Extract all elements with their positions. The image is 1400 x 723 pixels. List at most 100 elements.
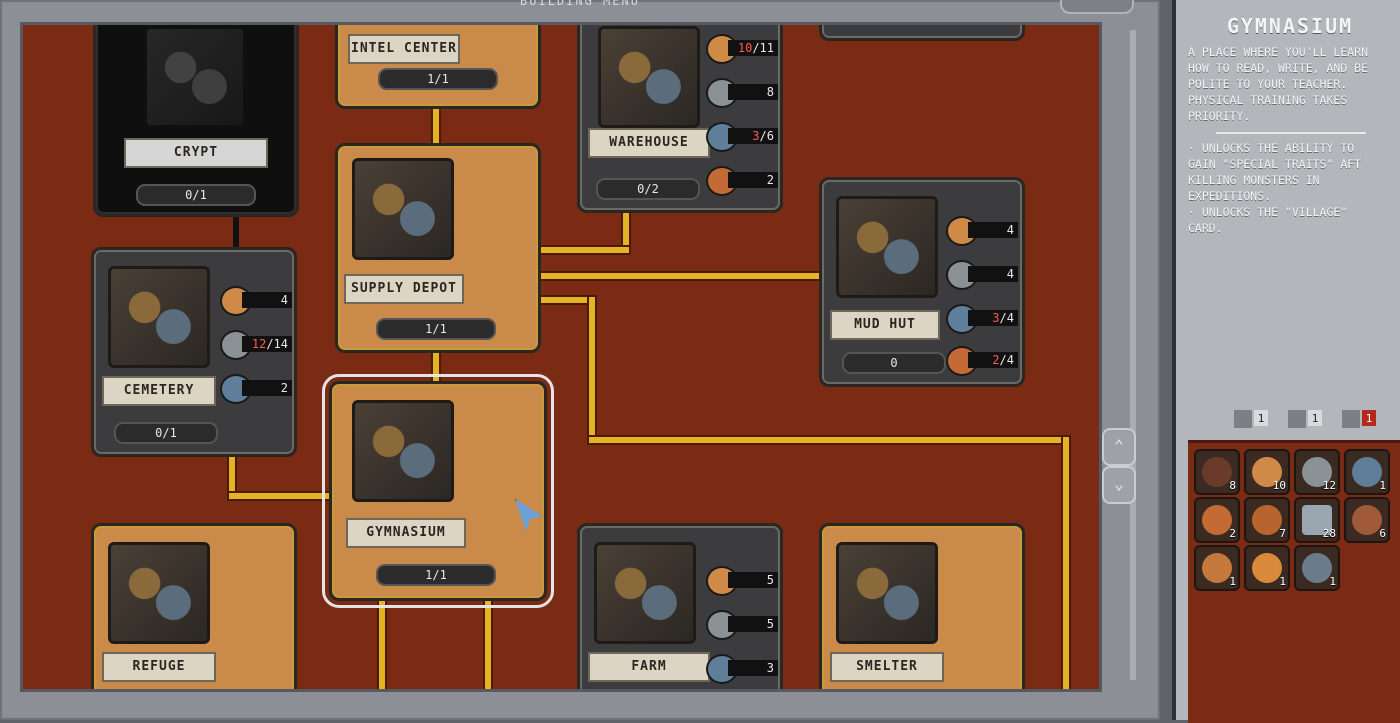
building-card-warehouse[interactable]: WAREHOUSE 0/2 10/11 8 3/6 2 (577, 25, 783, 213)
building-name: SMELTER (830, 652, 944, 682)
info-description: A PLACE WHERE YOU'LL LEARN HOW TO READ, … (1188, 45, 1369, 123)
resource-have: 3 (992, 311, 1000, 325)
info-bullets: · UNLOCKS THE ABILITY TO GAIN "SPECIAL T… (1188, 141, 1362, 235)
supply-depot-image (352, 158, 454, 260)
scroll-down-button[interactable]: ⌄ (1102, 466, 1136, 504)
building-card-cemetery[interactable]: CEMETERY 0/1 4 12/14 2 (91, 247, 297, 457)
inventory-slot[interactable]: 7 (1244, 497, 1290, 543)
building-name: CRYPT (124, 138, 268, 168)
building-name: REFUGE (102, 652, 216, 682)
ring-icon (1352, 505, 1382, 535)
resource-amount: 4 (968, 266, 1018, 282)
resource-amount: 8 (728, 84, 778, 100)
resource-need: 4 (1006, 353, 1014, 367)
inventory-slot[interactable]: 1 (1244, 545, 1290, 591)
resource-amount: 4 (968, 222, 1018, 238)
crypt-image (144, 26, 246, 128)
card-grid-icon (1342, 410, 1360, 428)
path-supply-mudhut (539, 273, 823, 279)
inventory-count: 1 (1229, 575, 1236, 588)
resource-amount: 3 (728, 660, 778, 676)
smelter-image (836, 542, 938, 644)
inventory-count: 1 (1329, 575, 1336, 588)
meat-icon (1202, 505, 1232, 535)
building-card-partial[interactable] (819, 25, 1025, 41)
tool-icon (1288, 410, 1306, 428)
resource-need: 11 (759, 41, 774, 55)
building-count: 1/1 (376, 318, 496, 340)
building-card-supply-depot[interactable]: SUPPLY DEPOT 1/1 (335, 143, 541, 353)
inventory-slot[interactable]: 6 (1344, 497, 1390, 543)
building-board[interactable]: CRYPT 0/1 INTEL CENTER 1/1 WAREHOUSE 0/2… (20, 22, 1102, 692)
crossed-orb-icon (1202, 457, 1232, 487)
building-icon (1234, 410, 1252, 428)
building-count: 0/1 (114, 422, 218, 444)
building-card-smelter[interactable]: SMELTER (819, 523, 1025, 689)
building-name: MUD HUT (830, 310, 940, 340)
stone-cost: 8 (706, 78, 782, 108)
farm-image (594, 542, 696, 644)
path-crypt-cemetery (233, 211, 239, 251)
building-card-intel-center[interactable]: INTEL CENTER 1/1 (335, 25, 541, 109)
wood-cost: 4 (220, 286, 296, 316)
building-count: 1/1 (376, 564, 496, 586)
board-title: BUILDING MENU (520, 0, 640, 8)
building-name: CEMETERY (102, 376, 216, 406)
resource-need: 6 (766, 129, 774, 143)
path-warehouse-supply-v (623, 209, 629, 251)
resource-have: 2 (992, 353, 1000, 367)
resource-amount: 4 (242, 292, 292, 308)
building-count: 1/1 (378, 68, 498, 90)
stat-row: 1 1 1 (1234, 410, 1400, 430)
building-count: 0/2 (596, 178, 700, 200)
resource-have: 10 (737, 41, 753, 55)
shard-icon (1202, 553, 1232, 583)
inventory-slot[interactable]: 10 (1244, 449, 1290, 495)
inventory-count: 6 (1379, 527, 1386, 540)
building-count: 0 (842, 352, 946, 374)
inventory-slot[interactable]: 1 (1344, 449, 1390, 495)
inventory-slot[interactable]: 12 (1294, 449, 1340, 495)
inventory-count: 12 (1322, 479, 1336, 492)
scroll-up-button[interactable]: ⌃ (1102, 428, 1136, 466)
resource-have: 3 (752, 129, 760, 143)
building-card-mud-hut[interactable]: MUD HUT 0 4 4 3/4 2/4 (819, 177, 1025, 387)
inventory-slot[interactable]: 2 (1194, 497, 1240, 543)
wood-cost: 5 (706, 566, 782, 596)
stat-tools: 1 (1288, 410, 1322, 428)
inventory-slot[interactable]: 8 (1194, 449, 1240, 495)
building-count: 0/1 (136, 184, 256, 206)
resource-amount: 5 (728, 572, 778, 588)
inventory-slot[interactable]: 28 (1294, 497, 1340, 543)
inventory-count: 7 (1279, 527, 1286, 540)
resource-need: 14 (273, 337, 288, 351)
scroll-rail[interactable] (1130, 30, 1136, 680)
path-cemetery-gym-h (229, 493, 329, 499)
building-card-refuge[interactable]: REFUGE (91, 523, 297, 689)
path-intel-supply (433, 105, 439, 145)
path-supply-right-h (539, 297, 595, 303)
mud-hut-image (836, 196, 938, 298)
building-board-frame: BUILDING MENU CRYPT 0/1 INTEL CENTER 1/1 (0, 0, 1160, 720)
resource-amount: 2 (242, 380, 292, 396)
path-cemetery-gym-v (229, 453, 235, 497)
resource-inventory: 8 10 12 1 2 7 28 6 1 1 1 (1188, 440, 1400, 723)
inventory-slot[interactable]: 1 (1194, 545, 1240, 591)
info-divider (1216, 132, 1366, 134)
inventory-slot[interactable]: 1 (1294, 545, 1340, 591)
stat-cards: 1 (1342, 410, 1376, 428)
building-card-farm[interactable]: FARM 5 5 3 (577, 523, 783, 689)
resource-amount: 2 (728, 172, 778, 188)
cemetery-image (108, 266, 210, 368)
building-card-crypt[interactable]: CRYPT 0/1 (93, 25, 299, 217)
metal-cost: 3/6 (706, 122, 782, 152)
gear-icon (1302, 553, 1332, 583)
path-right-v (589, 297, 595, 441)
path-warehouse-supply-h (539, 247, 629, 253)
metal-cost: 3 (706, 654, 782, 684)
stone-cost: 5 (706, 610, 782, 640)
orb-icon (1252, 553, 1282, 583)
building-card-gymnasium[interactable]: GYMNASIUM 1/1 (322, 374, 554, 608)
food-icon (1252, 505, 1282, 535)
stone-cost: 12/14 (220, 330, 296, 360)
